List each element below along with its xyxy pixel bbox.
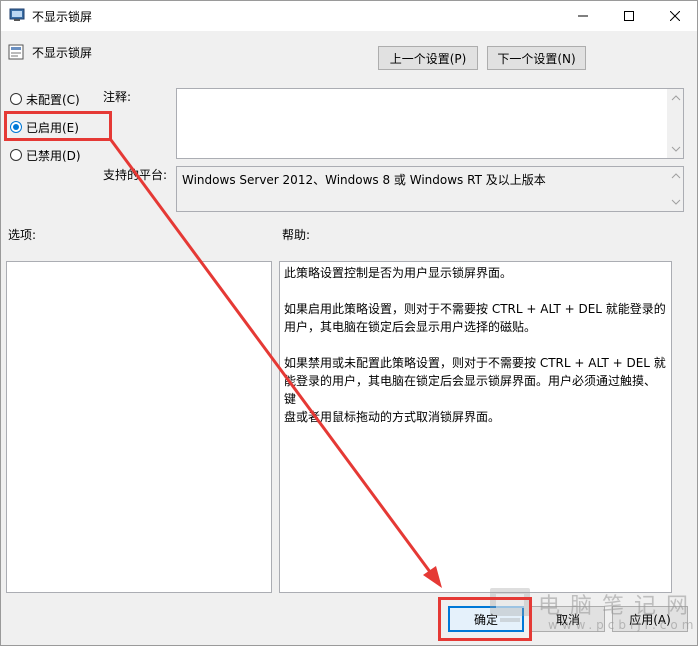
annotation-arrow bbox=[109, 139, 442, 588]
